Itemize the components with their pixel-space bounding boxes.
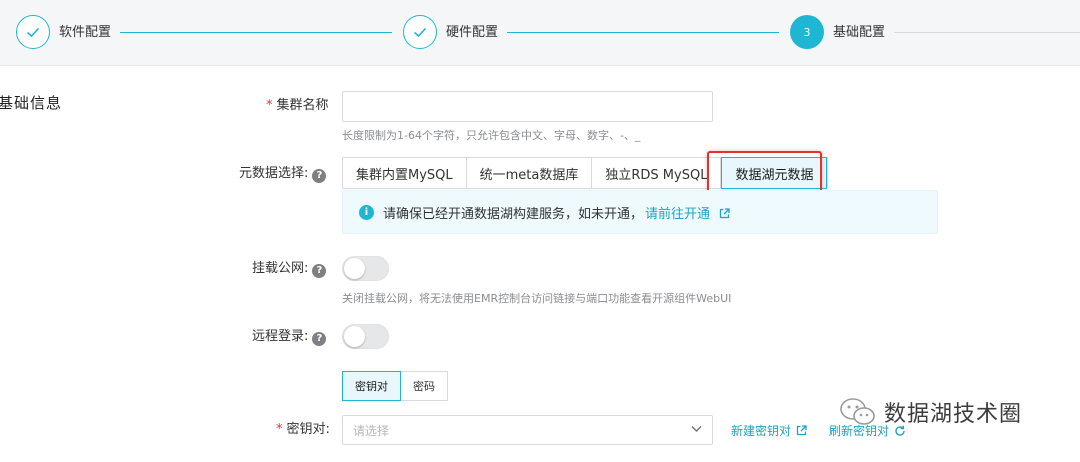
external-link-icon [720,207,730,218]
toggle-knob [344,326,365,347]
key-pair-label-text: 密钥对: [286,422,330,437]
step-3-label: 基础配置 [833,25,886,40]
public-network-label-text: 挂载公网: [252,261,309,276]
step-2-check-icon [403,15,437,49]
help-icon[interactable]: ? [312,264,327,278]
metadata-label-text: 元数据选择: [239,166,309,181]
cluster-name-label: * 集群名称 [266,97,329,115]
metadata-option-builtin-mysql[interactable]: 集群内置MySQL [343,158,467,188]
info-text: 请确保已经开通数据湖构建服务，如未开通， [383,206,644,222]
section-title: 基础信息 [0,94,63,112]
step-2-label: 硬件配置 [446,25,499,40]
metadata-option-rds-mysql[interactable]: 独立RDS MySQL [592,158,722,188]
auth-option-key-pair[interactable]: 密钥对 [342,371,401,401]
create-key-pair-link[interactable]: 新建密钥对 [731,422,807,439]
cluster-name-label-text: 集群名称 [276,98,329,113]
metadata-option-unified-meta[interactable]: 统一meta数据库 [467,158,593,188]
step-1-check-icon [16,15,50,49]
watermark: 数据湖技术圈 [838,396,1022,428]
step-connector-2 [507,32,779,33]
auth-mode-selector: 密钥对 密码 [342,371,448,401]
step-1-label: 软件配置 [59,25,112,40]
activate-service-link[interactable]: 请前往开通 [645,203,730,222]
auth-option-password[interactable]: 密码 [401,371,448,401]
step-connector-3 [894,32,1080,33]
info-notice: i 请确保已经开通数据湖构建服务，如未开通， 请前往开通 [342,190,938,234]
key-pair-select[interactable]: 请选择 [342,415,713,445]
required-mark: * [266,98,273,113]
help-icon[interactable]: ? [312,169,327,183]
remote-login-toggle[interactable] [342,324,389,349]
external-link-icon [796,425,807,436]
remote-login-label-text: 远程登录: [252,329,309,344]
metadata-selector: 集群内置MySQL 统一meta数据库 独立RDS MySQL 数据湖元数据 [342,157,829,189]
wechat-icon [840,398,875,425]
activate-service-link-text: 请前往开通 [645,206,711,222]
key-pair-label: * 密钥对: [276,421,330,439]
steps-bar: 软件配置 硬件配置 3 基础配置 [0,0,1080,66]
public-network-hint: 关闭挂载公网，将无法使用EMR控制台访问链接与端口功能查看开源组件WebUI [342,292,732,305]
remote-login-label: 远程登录:? [252,328,327,346]
public-network-label: 挂载公网:? [252,260,327,278]
step-connector-1 [120,32,392,33]
step-3-number: 3 [790,15,824,49]
metadata-option-data-lake[interactable]: 数据湖元数据 [721,157,828,189]
cluster-name-hint: 长度限制为1-64个字符，只允许包含中文、字母、数字、-、_ [342,129,641,142]
toggle-knob [344,258,365,279]
required-mark: * [276,422,283,437]
watermark-text: 数据湖技术圈 [884,402,1023,427]
cluster-name-input[interactable] [342,91,713,122]
help-icon[interactable]: ? [312,332,327,346]
info-icon: i [359,204,374,220]
create-key-pair-text: 新建密钥对 [731,424,792,438]
public-network-toggle[interactable] [342,256,389,281]
metadata-label: 元数据选择:? [239,165,327,183]
chevron-down-icon [691,426,702,432]
key-pair-placeholder: 请选择 [353,423,390,438]
